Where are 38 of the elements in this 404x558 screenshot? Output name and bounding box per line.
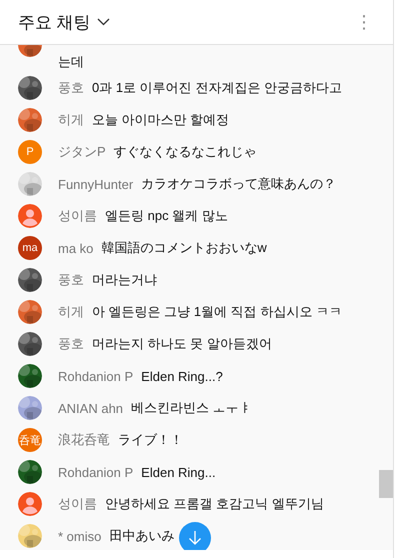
avatar: ma	[18, 236, 42, 260]
chat-message: 엘든링 npc 왤케 많노	[105, 207, 228, 225]
chat-message: 는데	[58, 53, 84, 71]
scroll-down-button[interactable]	[179, 522, 211, 550]
chat-message: 머라는지 하나도 못 알아듣겠어	[92, 335, 272, 353]
avatar: P	[18, 140, 42, 164]
author-name: 성이름	[58, 495, 97, 513]
chat-message: 머라는거냐	[92, 271, 157, 289]
author-name: 풍호	[58, 79, 84, 97]
chat-message: 안녕하세요 프롬갤 호감고닉 엘뚜기님	[105, 495, 324, 513]
author-name: Rohdanion P	[58, 368, 134, 384]
chat-message: Elden Ring...	[141, 464, 216, 480]
chat-message: カラオケコラボって意味あんの？	[141, 175, 336, 193]
chat-message: ライブ！！	[118, 431, 183, 449]
chat-message: 田中あいみ	[109, 527, 174, 545]
chat-message: Elden Ring...?	[141, 368, 223, 384]
author-name: ANIAN ahn	[58, 400, 124, 416]
author-name: ジタンP	[58, 143, 106, 161]
chat-mode-dropdown[interactable]: 주요 채팅	[18, 10, 110, 34]
author-name: Rohdanion P	[58, 464, 134, 480]
chat-message: 오늘 아이마스만 할예정	[92, 111, 230, 129]
arrow-down-icon	[188, 530, 202, 546]
author-name: 풍호	[58, 335, 84, 353]
chat-message: 韓国語のコメントおおいなw	[101, 239, 267, 257]
author-name: ma ko	[58, 240, 94, 256]
chat-message: 아 엘든링은 그냥 1월에 직접 하십시오 ㅋㅋ	[92, 303, 342, 321]
author-name: 히게	[58, 303, 84, 321]
author-name: 풍호	[58, 271, 84, 289]
author-name: FunnyHunter	[58, 176, 134, 192]
avatar: 呑竜	[18, 428, 42, 452]
chat-message: すぐなくなるなこれじゃ	[114, 143, 257, 161]
author-name: 히게	[58, 111, 84, 129]
author-name: 浪花呑竜	[58, 431, 110, 449]
author-name: 성이름	[58, 207, 97, 225]
chat-message: 베스킨라빈스 ㅗㅜㅑ	[131, 399, 252, 417]
chevron-down-icon	[96, 18, 110, 26]
chat-message: 0과 1로 이루어진 전자계집은 안궁금하다고	[92, 79, 342, 97]
author-name: * omiso	[58, 528, 102, 544]
